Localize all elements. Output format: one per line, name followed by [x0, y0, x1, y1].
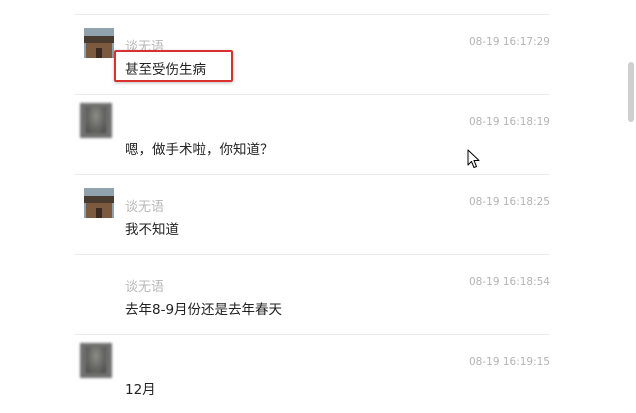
- message-item[interactable]: 谈无语 08-19 16:18:54 去年8-9月份还是去年春天: [0, 255, 610, 335]
- mouse-pointer-icon: [467, 149, 480, 168]
- message-timestamp: 08-19 16:18:54: [468, 276, 550, 288]
- message-timestamp: 08-19 16:19:15: [468, 356, 550, 368]
- message-text: 嗯，做手术啦，你知道？: [125, 142, 274, 158]
- message-item[interactable]: 08-19 16:18:19 嗯，做手术啦，你知道？: [0, 95, 610, 175]
- message-timestamp: 08-19 16:17:29: [468, 36, 550, 48]
- message-text: 去年8-9月份还是去年春天: [125, 302, 283, 318]
- sender-avatar[interactable]: [84, 188, 114, 218]
- message-item[interactable]: 08-19 16:19:15 12月: [0, 335, 610, 413]
- message-item[interactable]: 谈无语 08-19 16:18:25 我不知道: [0, 175, 610, 255]
- sender-avatar[interactable]: [80, 103, 112, 138]
- message-text: 12月: [125, 382, 156, 398]
- sender-avatar[interactable]: [80, 343, 112, 378]
- chat-history-panel: 谈无语 08-19 16:17:29 甚至受伤生病 08-19 16:18:19…: [0, 0, 636, 413]
- highlight-annotation-box: [114, 50, 233, 82]
- message-timestamp: 08-19 16:18:19: [468, 116, 550, 128]
- sender-name: 谈无语: [125, 200, 165, 215]
- sender-name: 谈无语: [125, 280, 165, 295]
- scrollbar-thumb[interactable]: [628, 62, 634, 122]
- message-timestamp: 08-19 16:18:25: [468, 196, 550, 208]
- sender-avatar[interactable]: [84, 28, 114, 58]
- message-item[interactable]: 谈无语 08-19 16:17:29 甚至受伤生病: [0, 15, 610, 95]
- message-text: 我不知道: [125, 222, 179, 238]
